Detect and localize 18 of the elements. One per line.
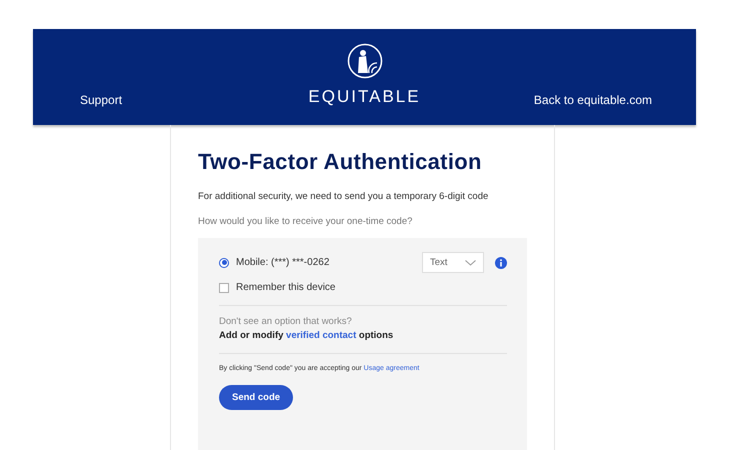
chevron-icon — [465, 260, 476, 266]
method-select[interactable]: Text — [422, 252, 484, 273]
support-link[interactable]: Support — [80, 93, 122, 107]
option-label: Mobile: (***) ***-0262 — [236, 257, 330, 268]
back-link[interactable]: Back to equitable.com — [534, 93, 652, 107]
intro-text: For additional security, we need to send you a temporary 6-digit code — [198, 191, 490, 202]
radio-button[interactable] — [219, 258, 229, 268]
info-icon[interactable] — [495, 256, 507, 268]
remember-label: Remember this device — [236, 282, 336, 293]
help-question: Don't see an option that works? — [219, 316, 353, 327]
logo-icon — [346, 43, 382, 79]
send-code-button[interactable]: Send code — [219, 385, 294, 410]
help-text: Add or modify verified contact options — [219, 330, 394, 341]
brand-name: EQUITABLE — [308, 87, 421, 107]
page-title: Two-Factor Authentication — [198, 149, 483, 175]
verified-contact-link[interactable]: verified contact — [286, 330, 356, 341]
remember-checkbox[interactable] — [219, 282, 229, 292]
question-text: How would you like to receive your one-time code? — [198, 216, 414, 227]
